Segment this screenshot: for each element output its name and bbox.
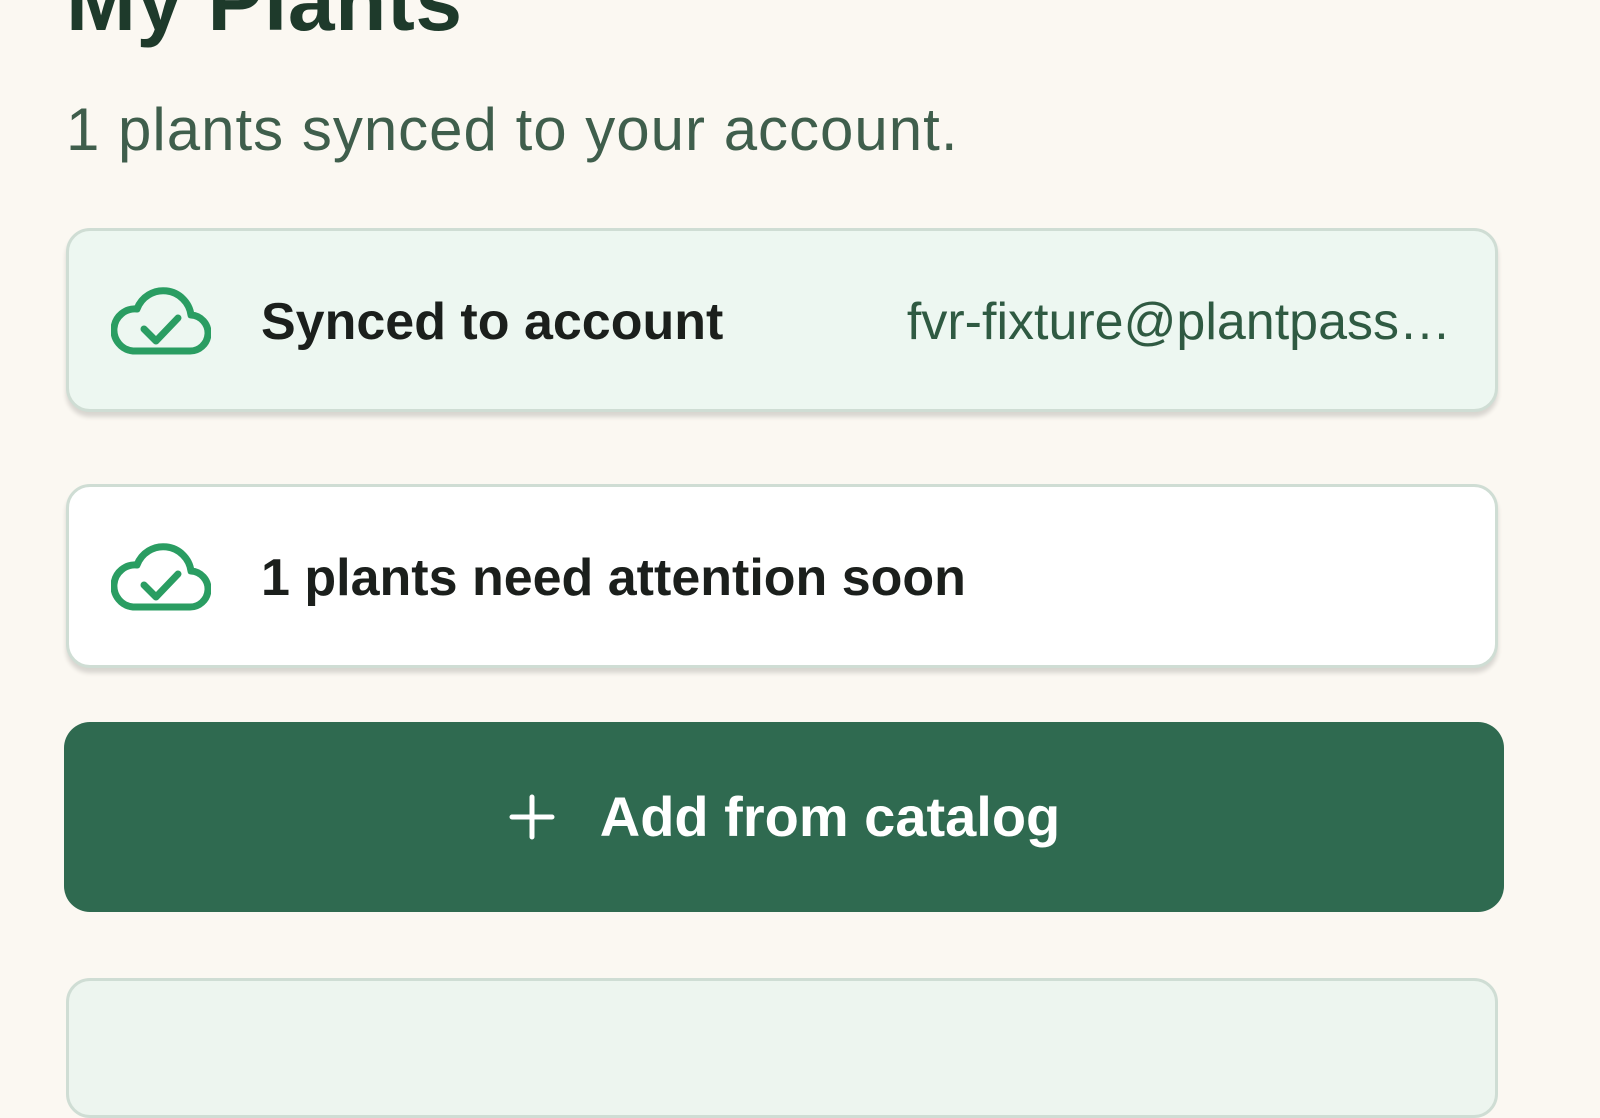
sync-status-card[interactable]: Synced to account fvr-fixture@plantpass… (66, 228, 1498, 412)
add-from-catalog-button[interactable]: Add from catalog (64, 722, 1504, 912)
page-title: My Plants (66, 0, 463, 48)
add-from-catalog-label: Add from catalog (599, 785, 1061, 848)
plant-card[interactable] (66, 978, 1498, 1118)
sync-status-label: Synced to account (261, 293, 724, 351)
attention-card[interactable]: 1 plants need attention soon (66, 484, 1498, 668)
account-email: fvr-fixture@plantpass… (906, 293, 1451, 351)
cloud-check-icon (111, 543, 211, 613)
plus-icon (509, 794, 555, 840)
page-subtitle: 1 plants synced to your account. (66, 96, 959, 163)
attention-label: 1 plants need attention soon (261, 549, 966, 607)
cloud-check-icon (111, 287, 211, 357)
